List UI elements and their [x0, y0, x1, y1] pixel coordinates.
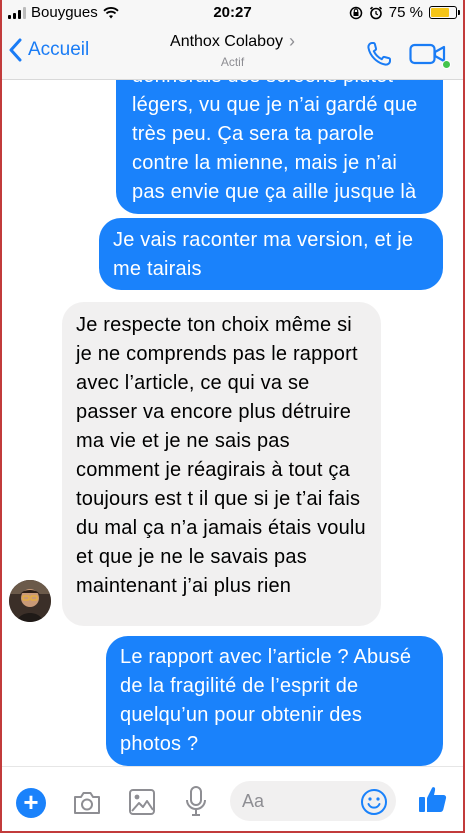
contact-status: Actif — [220, 55, 245, 69]
avatar-image — [9, 580, 51, 622]
chevron-right-icon: › — [288, 31, 295, 51]
camera-icon[interactable] — [72, 790, 102, 816]
battery-icon — [429, 6, 460, 19]
contact-title[interactable]: Anthox Colaboy › Actif — [0, 31, 465, 69]
message-text: Le rapport avec l’article ? Abusé de la … — [120, 646, 412, 755]
message-bubble-outgoing[interactable]: donnerais des screens plutôt légers, vu … — [116, 80, 443, 214]
alarm-icon — [369, 6, 382, 19]
message-bubble-outgoing[interactable]: Le rapport avec l’article ? Abusé de la … — [106, 636, 443, 766]
avatar[interactable] — [9, 580, 51, 622]
microphone-icon[interactable] — [184, 785, 208, 817]
message-text: donnerais des screens plutôt légers, vu … — [132, 80, 418, 203]
online-indicator — [442, 60, 451, 69]
message-bubble-incoming[interactable]: Je respecte ton choix même si je ne comp… — [62, 302, 381, 626]
contact-name: Anthox Colaboy — [170, 32, 283, 50]
thumbs-up-icon[interactable] — [417, 783, 449, 815]
lock-rotation-icon — [349, 6, 363, 19]
message-text: Je respecte ton choix même si je ne comp… — [76, 314, 366, 597]
plus-icon[interactable]: + — [16, 788, 46, 818]
message-text: Je vais raconter ma version, et je me ta… — [113, 229, 414, 280]
image-icon[interactable] — [128, 788, 156, 816]
conversation-header: Accueil Anthox Colaboy › Actif — [0, 26, 465, 80]
message-bubble-outgoing[interactable]: Je vais raconter ma version, et je me ta… — [99, 218, 443, 290]
battery-percent: 75 % — [388, 4, 423, 21]
message-list[interactable]: donnerais des screens plutôt légers, vu … — [0, 80, 465, 766]
emoji-icon[interactable] — [360, 788, 388, 816]
status-right: 75 % — [349, 4, 460, 21]
phone-icon[interactable] — [365, 40, 393, 68]
status-bar: Bouygues 20:27 75 % — [0, 0, 465, 26]
message-input-placeholder: Aa — [242, 790, 265, 811]
composer-bar: + Aa — [0, 766, 465, 833]
